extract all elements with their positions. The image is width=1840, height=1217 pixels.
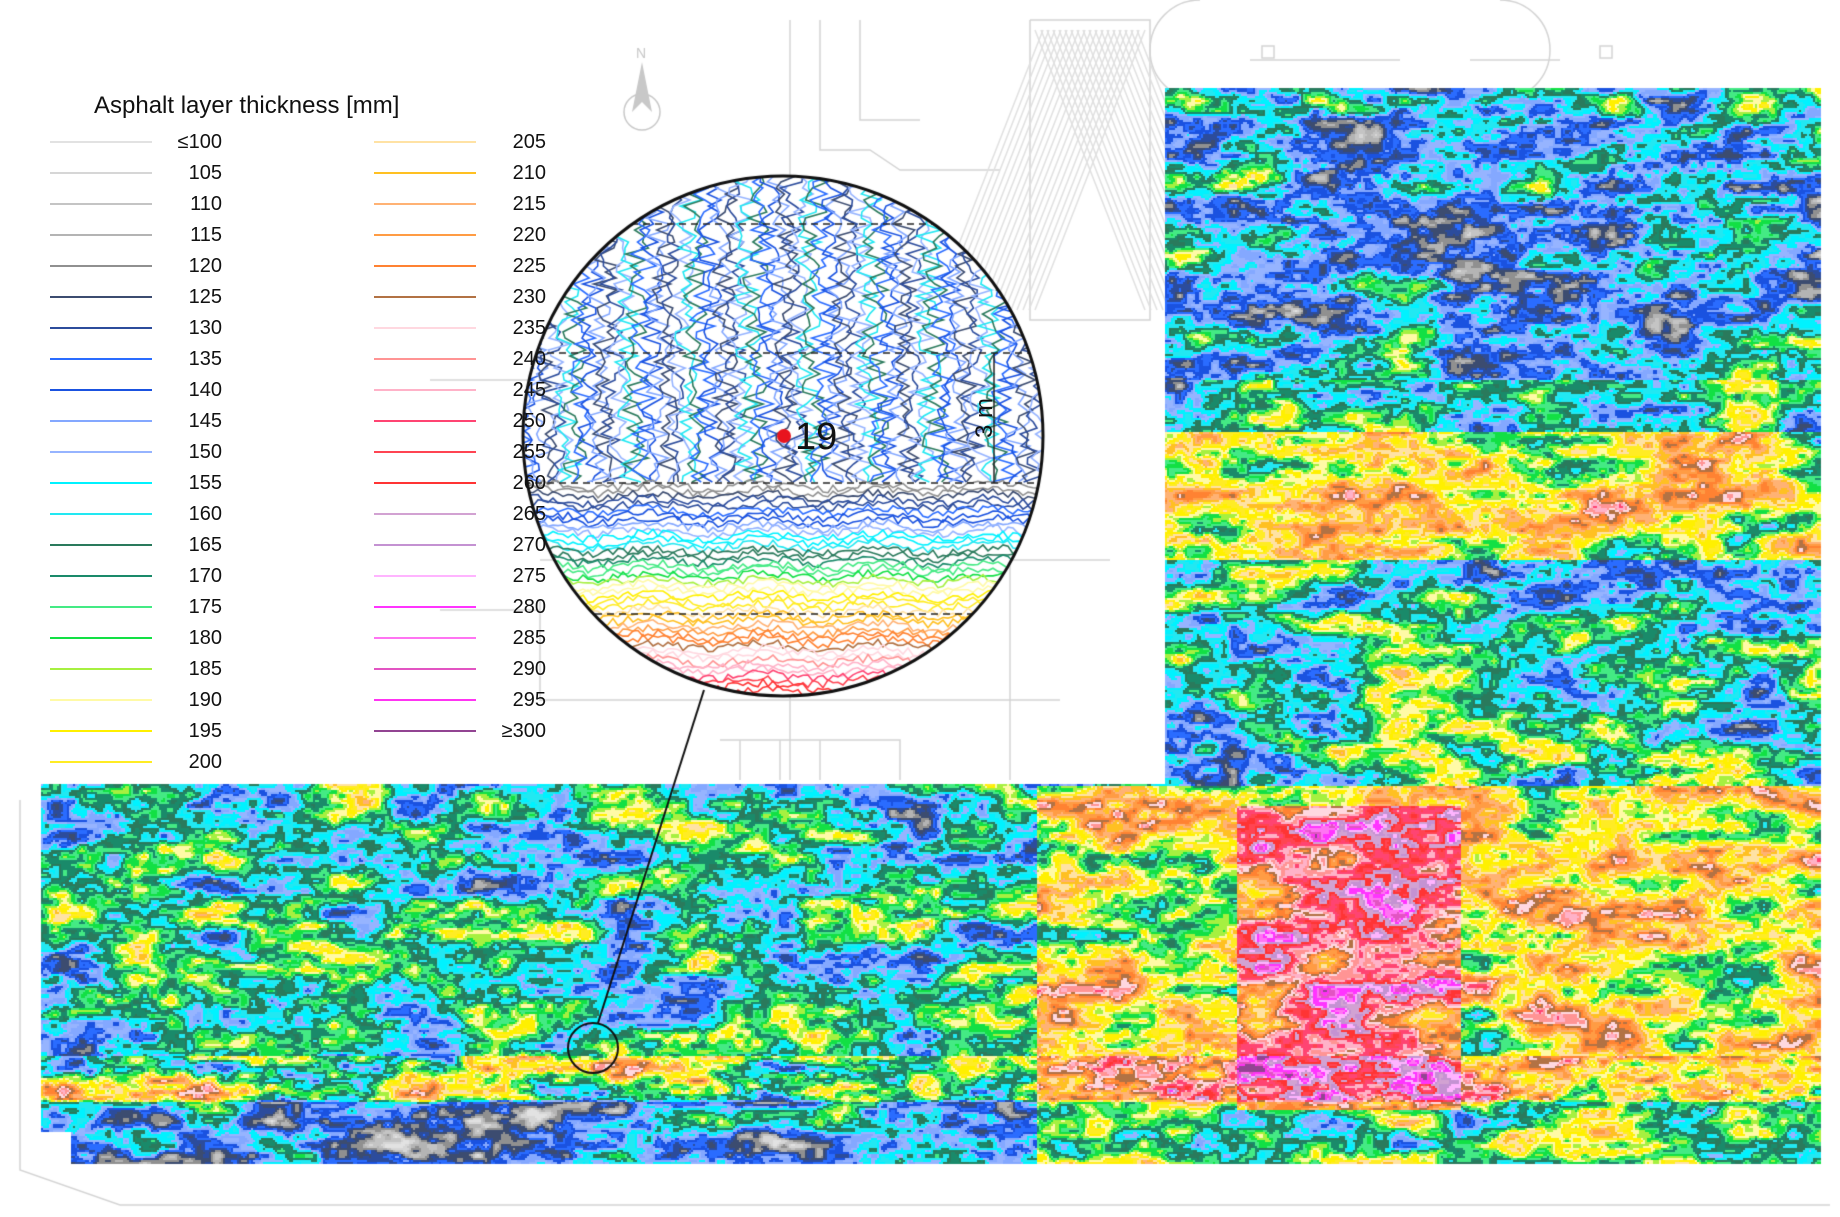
legend-label: 195 xyxy=(152,721,222,741)
thickness-heatmap xyxy=(0,0,1840,1217)
legend-swatch xyxy=(50,482,152,484)
legend-swatch xyxy=(374,296,476,298)
legend-swatch xyxy=(50,699,152,701)
legend-swatch xyxy=(50,730,152,732)
legend-swatch xyxy=(50,761,152,763)
legend-label: 205 xyxy=(476,132,546,152)
legend-label: 120 xyxy=(152,256,222,276)
legend-label: 135 xyxy=(152,349,222,369)
legend-swatch xyxy=(374,606,476,608)
legend-label: 160 xyxy=(152,504,222,524)
legend-swatch xyxy=(50,141,152,143)
legend-label: 125 xyxy=(152,287,222,307)
legend-swatch xyxy=(374,172,476,174)
legend-swatch xyxy=(374,668,476,670)
legend-label: 245 xyxy=(476,380,546,400)
legend-label: 180 xyxy=(152,628,222,648)
legend-label: 200 xyxy=(152,752,222,772)
legend-label: 190 xyxy=(152,690,222,710)
legend-swatch xyxy=(50,544,152,546)
legend-label: 270 xyxy=(476,535,546,555)
legend-label: 150 xyxy=(152,442,222,462)
legend-swatch xyxy=(374,451,476,453)
legend-swatch xyxy=(374,482,476,484)
legend-swatch xyxy=(50,203,152,205)
legend-label: 140 xyxy=(152,380,222,400)
legend-label: 240 xyxy=(476,349,546,369)
legend-label: 230 xyxy=(476,287,546,307)
legend-label: 255 xyxy=(476,442,546,462)
legend-swatch xyxy=(374,141,476,143)
legend-label: 235 xyxy=(476,318,546,338)
legend-label: 265 xyxy=(476,504,546,524)
legend-swatch xyxy=(50,668,152,670)
legend-label: 290 xyxy=(476,659,546,679)
legend-label: 165 xyxy=(152,535,222,555)
legend-swatch xyxy=(50,172,152,174)
legend-swatch xyxy=(50,451,152,453)
legend-swatch xyxy=(374,358,476,360)
legend-swatch xyxy=(50,637,152,639)
legend-swatch xyxy=(374,265,476,267)
legend-label: 110 xyxy=(152,194,222,214)
legend-label: 145 xyxy=(152,411,222,431)
legend-title: Asphalt layer thickness [mm] xyxy=(94,92,399,120)
legend-label: 105 xyxy=(152,163,222,183)
legend-swatch xyxy=(374,637,476,639)
legend-swatch xyxy=(50,575,152,577)
legend-label: 220 xyxy=(476,225,546,245)
legend-swatch xyxy=(374,389,476,391)
legend-label: 215 xyxy=(476,194,546,214)
legend-swatch xyxy=(50,420,152,422)
inset-scale-label: 3 m xyxy=(971,393,999,443)
legend-label: 130 xyxy=(152,318,222,338)
legend-swatch xyxy=(374,327,476,329)
legend-label: 185 xyxy=(152,659,222,679)
legend-swatch xyxy=(374,699,476,701)
legend-swatch xyxy=(374,730,476,732)
legend-label: 155 xyxy=(152,473,222,493)
legend-swatch xyxy=(50,327,152,329)
legend-label: 280 xyxy=(476,597,546,617)
legend-swatch xyxy=(374,513,476,515)
legend-label: 295 xyxy=(476,690,546,710)
legend-label: 285 xyxy=(476,628,546,648)
legend-label: 210 xyxy=(476,163,546,183)
legend-swatch xyxy=(50,358,152,360)
legend-label: 175 xyxy=(152,597,222,617)
legend-label: ≤100 xyxy=(152,132,222,152)
legend-swatch xyxy=(50,606,152,608)
legend-swatch xyxy=(50,389,152,391)
legend-label: 275 xyxy=(476,566,546,586)
legend-label: 170 xyxy=(152,566,222,586)
asphalt-thickness-map: Asphalt layer thickness [mm] ≤100 105 110 1… xyxy=(0,0,1840,1217)
legend-swatch xyxy=(50,296,152,298)
legend-label: 260 xyxy=(476,473,546,493)
legend-swatch xyxy=(374,575,476,577)
legend-swatch xyxy=(50,234,152,236)
inset-point-label: 19 xyxy=(795,418,837,456)
legend-label: 250 xyxy=(476,411,546,431)
legend-swatch xyxy=(50,513,152,515)
legend-swatch xyxy=(374,544,476,546)
legend-swatch xyxy=(374,203,476,205)
legend-swatch xyxy=(50,265,152,267)
legend-label: 115 xyxy=(152,225,222,245)
legend-swatch xyxy=(374,234,476,236)
legend-swatch xyxy=(374,420,476,422)
legend-label: 225 xyxy=(476,256,546,276)
legend-label: ≥300 xyxy=(476,721,546,741)
